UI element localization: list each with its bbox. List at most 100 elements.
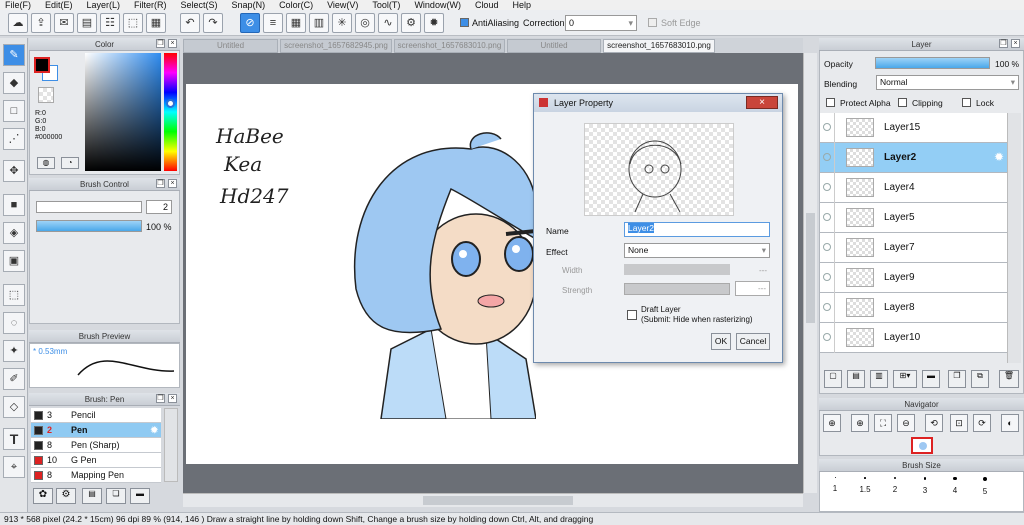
brush-size-option[interactable]: 1 (822, 477, 848, 493)
layer-row[interactable]: Layer15 (820, 113, 1007, 143)
layer-folder-icon[interactable]: ▬ (922, 370, 940, 388)
lasso-tool-icon[interactable]: ◌ (3, 312, 25, 334)
text-tool-icon[interactable]: T (3, 428, 25, 450)
select-rect-tool-icon[interactable]: ⬚ (3, 284, 25, 306)
select-pen-tool-icon[interactable]: ✐ (3, 368, 25, 390)
brush-size-option[interactable]: 4 (942, 477, 968, 495)
zoom-out-icon[interactable]: ⊖ (897, 414, 915, 432)
new-layer-1bit-icon[interactable]: ▥ (870, 370, 888, 388)
duplicate-layer-icon[interactable]: ❐ (948, 370, 966, 388)
select-eraser-tool-icon[interactable]: ◇ (3, 396, 25, 418)
eye-icon[interactable] (823, 303, 831, 311)
soft-edge-checkbox[interactable] (648, 18, 657, 27)
draft-layer-checkbox[interactable] (627, 310, 637, 320)
brush-item[interactable]: 3 Pencil (31, 408, 161, 423)
menu-item-4[interactable]: Select(S) (181, 0, 218, 10)
eye-icon[interactable] (823, 273, 831, 281)
eye-icon[interactable] (823, 153, 831, 161)
layer-row[interactable]: Layer5 (820, 203, 1007, 233)
eye-icon[interactable] (823, 213, 831, 221)
rotate-right-icon[interactable]: ⟳ (973, 414, 991, 432)
undo-icon[interactable]: ↶ (180, 13, 200, 33)
snap-parallel-icon[interactable]: ≡ (263, 13, 283, 33)
brush-size-slider[interactable] (36, 201, 142, 213)
comment-icon[interactable]: ✉ (54, 13, 74, 33)
tab-3[interactable]: Untitled (507, 39, 601, 53)
zoom-icon[interactable]: ⊕ (823, 414, 841, 432)
brush-size-option[interactable]: 3 (912, 477, 938, 495)
history-palette-icon[interactable]: ◔ (61, 157, 79, 169)
transparent-color[interactable] (38, 87, 54, 103)
ok-button[interactable]: OK (711, 333, 731, 350)
rect-tool-icon[interactable]: □ (3, 100, 25, 122)
brush-page-icon[interactable]: ▤ (82, 488, 102, 504)
brush-list-scrollbar[interactable] (164, 408, 178, 482)
color-square[interactable] (85, 53, 161, 171)
menu-item-11[interactable]: Help (512, 0, 531, 10)
layer-list-scrollbar[interactable] (1007, 113, 1021, 363)
brush-item[interactable]: 10 G Pen (31, 453, 161, 468)
foreground-color[interactable] (34, 57, 50, 73)
snap-circle-icon[interactable]: ◎ (355, 13, 375, 33)
snap-radial-icon[interactable]: ✳ (332, 13, 352, 33)
bucket-tool-icon[interactable]: ◈ (3, 222, 25, 244)
brush-item[interactable]: 8 Pen (Sharp) (31, 438, 161, 453)
layer-opacity-slider[interactable] (875, 57, 990, 69)
cancel-button[interactable]: Cancel (736, 333, 770, 350)
gear-icon[interactable]: ✹ (994, 150, 1004, 164)
merge-layer-icon[interactable]: ⧉ (971, 370, 989, 388)
menu-item-5[interactable]: Snap(N) (232, 0, 266, 10)
move-tool-icon[interactable]: ✥ (3, 160, 25, 182)
snap-crisscross-icon[interactable]: ▥ (309, 13, 329, 33)
new-layer-8bit-icon[interactable]: ▤ (847, 370, 865, 388)
antialiasing-checkbox[interactable] (460, 18, 469, 27)
menu-item-1[interactable]: Edit(E) (45, 0, 73, 10)
new-layer-icon[interactable]: ▢ (824, 370, 842, 388)
brush-size-input[interactable]: 2 (146, 200, 172, 214)
layer-row[interactable]: Layer8 (820, 293, 1007, 323)
eyedropper-tool-icon[interactable]: ⌖ (3, 456, 25, 478)
navigator-thumbnail[interactable] (911, 437, 933, 454)
rotate-reset-icon[interactable]: ⊡ (950, 414, 968, 432)
fill-rect-tool-icon[interactable]: ■ (3, 194, 25, 216)
menu-item-7[interactable]: View(V) (327, 0, 358, 10)
float-icon[interactable]: ❐ (999, 39, 1008, 48)
gradient-tool-icon[interactable]: ▣ (3, 250, 25, 272)
menu-item-0[interactable]: File(F) (5, 0, 31, 10)
export-icon[interactable]: ⇪ (31, 13, 51, 33)
tab-0[interactable]: Untitled (183, 39, 278, 53)
menu-item-9[interactable]: Window(W) (414, 0, 461, 10)
menu-item-6[interactable]: Color(C) (279, 0, 313, 10)
snap-curve-icon[interactable]: ∿ (378, 13, 398, 33)
flip-icon[interactable]: ◐ (1001, 414, 1019, 432)
brush-opacity-slider[interactable] (36, 220, 142, 232)
menu-item-2[interactable]: Layer(L) (87, 0, 121, 10)
rotate-left-icon[interactable]: ⟲ (925, 414, 943, 432)
layer-row[interactable]: Layer7 (820, 233, 1007, 263)
brush-folder-icon[interactable]: ▬ (130, 488, 150, 504)
layer-row[interactable]: Layer4 (820, 173, 1007, 203)
menu-item-10[interactable]: Cloud (475, 0, 499, 10)
vertical-scrollbar[interactable] (803, 53, 817, 493)
layer-row[interactable]: Layer9 (820, 263, 1007, 293)
dot-tool-icon[interactable]: ⋰ (3, 128, 25, 150)
brush-size-option[interactable]: 5 (972, 477, 998, 496)
palette-icon[interactable]: ◍ (37, 157, 55, 169)
tab-4[interactable]: screenshot_1657683010.png (603, 39, 715, 53)
eye-icon[interactable] (823, 243, 831, 251)
float-icon[interactable]: ❐ (156, 39, 165, 48)
cloud-icon[interactable]: ☁ (8, 13, 28, 33)
pen-tool-icon[interactable]: ✎ (3, 44, 25, 66)
eraser-tool-icon[interactable]: ◆ (3, 72, 25, 94)
brush-size-option[interactable]: 1.5 (852, 477, 878, 494)
eye-icon[interactable] (823, 333, 831, 341)
redo-icon[interactable]: ↷ (203, 13, 223, 33)
blending-select[interactable]: Normal ▾ (876, 75, 1019, 90)
delete-layer-icon[interactable]: 🗑 (999, 370, 1019, 388)
brush-item[interactable]: 2 Pen ✹ (31, 423, 161, 438)
add-brush-icon[interactable]: ✿ (33, 488, 53, 504)
close-icon[interactable]: × (168, 39, 177, 48)
brush-settings-icon[interactable]: ⚙ (56, 488, 76, 504)
hue-slider[interactable] (164, 53, 177, 171)
layer-menu-icon[interactable]: ☷ (100, 13, 120, 33)
